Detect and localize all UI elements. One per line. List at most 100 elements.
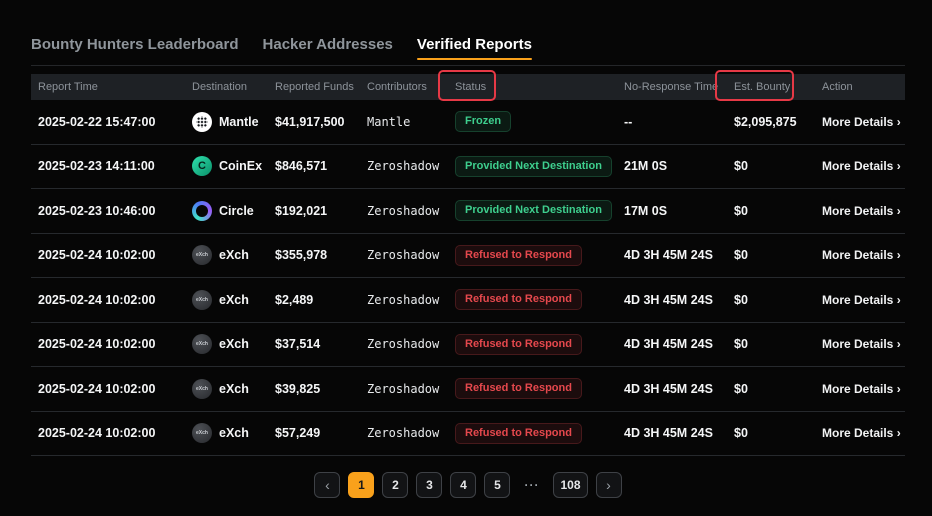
column-header-report-time: Report Time [31, 81, 185, 93]
report-time-cell: 2025-02-24 10:02:00 [31, 293, 185, 307]
column-header-destination: Destination [185, 81, 268, 93]
contributors-cell: Zeroshadow [360, 159, 448, 173]
destination-cell: eXch [185, 379, 268, 399]
report-time-cell: 2025-02-24 10:02:00 [31, 426, 185, 440]
reports-table: Report Time Destination Reported Funds C… [31, 74, 905, 456]
status-cell: Refused to Respond [448, 289, 617, 310]
more-details-link[interactable]: More Details › [815, 337, 905, 351]
reported-funds-cell: $355,978 [268, 248, 360, 262]
exch-icon [192, 334, 212, 354]
status-badge: Provided Next Destination [455, 200, 612, 221]
no-response-time-cell: 4D 3H 45M 24S [617, 248, 727, 262]
column-header-no-response-time: No-Response Time [617, 81, 727, 93]
reported-funds-cell: $37,514 [268, 337, 360, 351]
no-response-time-cell: 4D 3H 45M 24S [617, 426, 727, 440]
reported-funds-cell: $39,825 [268, 382, 360, 396]
reported-funds-cell: $846,571 [268, 159, 360, 173]
exch-icon [192, 423, 212, 443]
destination-cell: eXch [185, 290, 268, 310]
destination-cell: Mantle [185, 112, 268, 132]
est-bounty-cell: $0 [727, 248, 815, 262]
destination-label: eXch [219, 248, 249, 262]
more-details-link[interactable]: More Details › [815, 204, 905, 218]
destination-label: eXch [219, 426, 249, 440]
contributors-cell: Zeroshadow [360, 293, 448, 307]
status-badge: Refused to Respond [455, 423, 582, 444]
no-response-time-cell: -- [617, 115, 727, 129]
reported-funds-cell: $41,917,500 [268, 115, 360, 129]
mantle-icon [192, 112, 212, 132]
page-button-1[interactable]: 1 [348, 472, 374, 498]
tab-bar: Bounty Hunters Leaderboard Hacker Addres… [31, 36, 905, 66]
no-response-time-cell: 4D 3H 45M 24S [617, 382, 727, 396]
reported-funds-cell: $57,249 [268, 426, 360, 440]
more-details-link[interactable]: More Details › [815, 382, 905, 396]
report-time-cell: 2025-02-24 10:02:00 [31, 382, 185, 396]
est-bounty-cell: $0 [727, 159, 815, 173]
page-button-3[interactable]: 3 [416, 472, 442, 498]
page-button-5[interactable]: 5 [484, 472, 510, 498]
reported-funds-cell: $192,021 [268, 204, 360, 218]
no-response-time-cell: 21M 0S [617, 159, 727, 173]
contributors-cell: Zeroshadow [360, 382, 448, 396]
status-cell: Refused to Respond [448, 245, 617, 266]
tab-bounty-hunters-leaderboard[interactable]: Bounty Hunters Leaderboard [31, 36, 239, 65]
circle-icon [192, 201, 212, 221]
est-bounty-cell: $0 [727, 337, 815, 351]
report-time-cell: 2025-02-22 15:47:00 [31, 115, 185, 129]
status-cell: Frozen [448, 111, 617, 132]
page-button-2[interactable]: 2 [382, 472, 408, 498]
table-row: 2025-02-23 10:46:00 Circle $192,021 Zero… [31, 189, 905, 234]
tab-verified-reports[interactable]: Verified Reports [417, 36, 532, 65]
table-row: 2025-02-24 10:02:00 eXch $39,825 Zerosha… [31, 367, 905, 412]
est-bounty-cell: $0 [727, 382, 815, 396]
destination-cell: eXch [185, 334, 268, 354]
destination-label: eXch [219, 337, 249, 351]
page-ellipsis: ··· [518, 472, 545, 498]
destination-label: Circle [219, 204, 254, 218]
column-header-action: Action [815, 81, 905, 93]
exch-icon [192, 379, 212, 399]
verified-reports-page: Bounty Hunters Leaderboard Hacker Addres… [0, 0, 932, 498]
status-badge: Refused to Respond [455, 289, 582, 310]
more-details-link[interactable]: More Details › [815, 248, 905, 262]
table-row: 2025-02-24 10:02:00 eXch $355,978 Zerosh… [31, 234, 905, 279]
page-button-108[interactable]: 108 [553, 472, 587, 498]
column-header-status: Status [448, 81, 617, 93]
next-page-button[interactable]: › [596, 472, 622, 498]
status-cell: Refused to Respond [448, 378, 617, 399]
no-response-time-cell: 17M 0S [617, 204, 727, 218]
status-badge: Refused to Respond [455, 378, 582, 399]
table-row: 2025-02-24 10:02:00 eXch $37,514 Zerosha… [31, 323, 905, 368]
tab-hacker-addresses[interactable]: Hacker Addresses [263, 36, 393, 65]
status-badge: Refused to Respond [455, 245, 582, 266]
destination-cell: CoinEx [185, 156, 268, 176]
reported-funds-cell: $2,489 [268, 293, 360, 307]
destination-cell: eXch [185, 245, 268, 265]
table-row: 2025-02-23 14:11:00 CoinEx $846,571 Zero… [31, 145, 905, 190]
exch-icon [192, 245, 212, 265]
destination-label: eXch [219, 382, 249, 396]
contributors-cell: Zeroshadow [360, 204, 448, 218]
prev-page-button[interactable]: ‹ [314, 472, 340, 498]
column-header-contributors: Contributors [360, 81, 448, 93]
destination-label: CoinEx [219, 159, 262, 173]
destination-label: Mantle [219, 115, 259, 129]
report-time-cell: 2025-02-23 10:46:00 [31, 204, 185, 218]
status-cell: Provided Next Destination [448, 200, 617, 221]
status-cell: Refused to Respond [448, 423, 617, 444]
no-response-time-cell: 4D 3H 45M 24S [617, 337, 727, 351]
page-button-4[interactable]: 4 [450, 472, 476, 498]
destination-cell: Circle [185, 201, 268, 221]
more-details-link[interactable]: More Details › [815, 426, 905, 440]
report-time-cell: 2025-02-23 14:11:00 [31, 159, 185, 173]
status-badge: Provided Next Destination [455, 156, 612, 177]
more-details-link[interactable]: More Details › [815, 159, 905, 173]
status-badge: Frozen [455, 111, 511, 132]
report-time-cell: 2025-02-24 10:02:00 [31, 248, 185, 262]
contributors-cell: Mantle [360, 115, 448, 129]
est-bounty-cell: $0 [727, 204, 815, 218]
more-details-link[interactable]: More Details › [815, 115, 905, 129]
more-details-link[interactable]: More Details › [815, 293, 905, 307]
status-badge: Refused to Respond [455, 334, 582, 355]
